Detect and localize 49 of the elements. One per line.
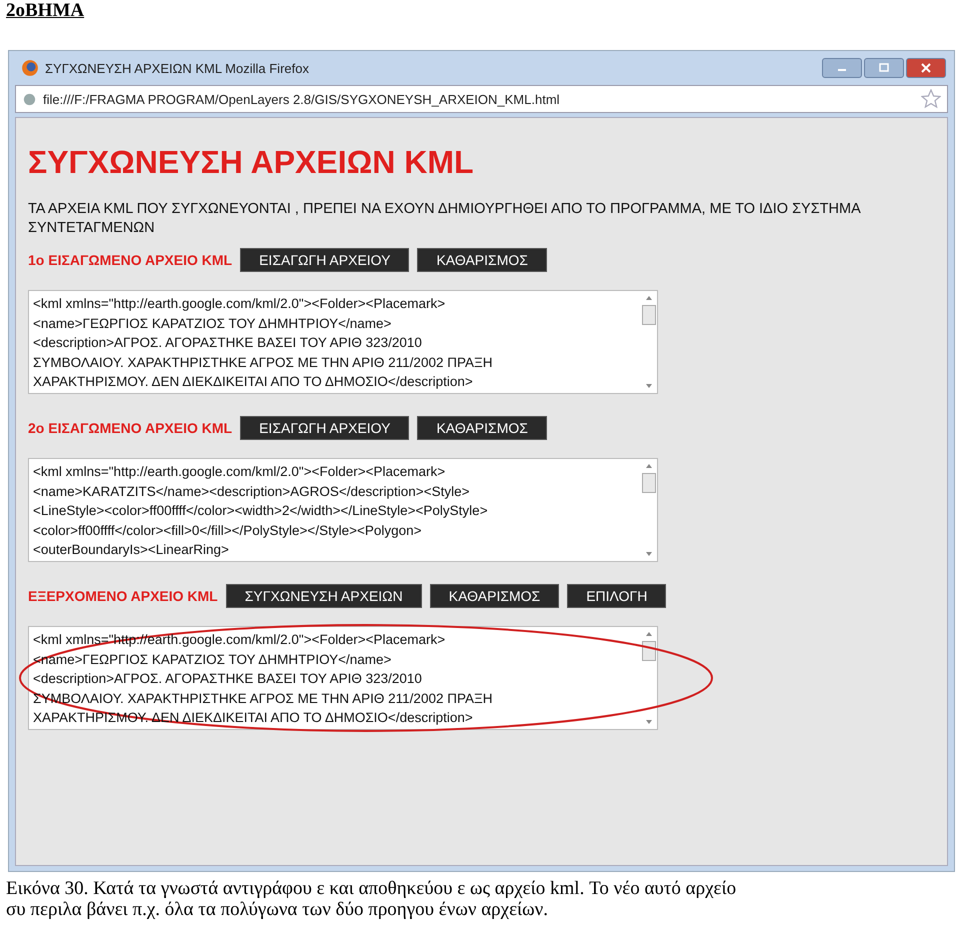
text-line: <outerBoundaryIs><LinearRing> [33, 541, 229, 560]
text-area[interactable] [28, 458, 658, 562]
scrollbar-thumb[interactable] [642, 305, 656, 325]
text-area[interactable] [28, 290, 658, 394]
text-line: ΣΥΜΒΟΛΑΙΟΥ. ΧΑΡΑΚΤΗΡΙΣΤΗΚΕ ΑΓΡΟΣ ΜΕ ΤΗΝ ΑΡΙΘ 211/2002 ΠΡΑΞΗ [33, 354, 492, 372]
action-button[interactable]: ΚΑΘΑΡΙΣΜΟΣ [417, 248, 547, 272]
document-heading: 2oBHMA [5, 0, 84, 22]
text-area[interactable] [28, 626, 658, 730]
action-button[interactable]: ΚΑΘΑΡΙΣΜΟΣ [417, 416, 547, 440]
scrollbar-thumb[interactable] [642, 641, 656, 661]
section-label: 1o ΕΙΣΑΓΩΜΕΝΟ ΑΡΧΕΙΟ KML [28, 252, 232, 268]
intro-text: ΤΑ ΑΡΧΕΙΑ KML ΠΟΥ ΣΥΓΧΩΝΕΥΟΝΤΑΙ , ΠΡΕΠΕΙ ΝΑ ΕΧΟΥΝ ΔΗΜΙΟΥΡΓΗΘΕΙ ΑΠΟ ΤΟ ΠΡΟΓΡΑΜΜΑ, ΜΕ ΤΟ ΙΔΙΟ ΣΥΣΤΗΜΑ ΣΥΝΤΕΤΑΓΜΕΝΩΝ [28, 200, 862, 238]
text-line: <LineStyle><color>ff00ffff</color><width>2</width></LineStyle><PolyStyle> [33, 502, 488, 520]
figure-caption: συ περιλα βάνει π.χ. όλα τα πολύγωνα των δύο προηγου ένων αρχείων. [6, 899, 548, 920]
text-line: <kml xmlns="http://earth.google.com/kml/2.0"><Folder><Placemark> [33, 295, 446, 313]
text-line: <name>ΓΕΩΡΓΙΟΣ ΚΑΡΑΤΖΙΟΣ ΤΟΥ ΔΗΜΗΤΡΙΟΥ</name> [33, 314, 392, 333]
minimize-button[interactable] [822, 58, 862, 78]
maximize-icon [879, 63, 889, 73]
page-heading: ΣΥΓΧΩΝΕΥΣΗ ΑΡΧΕΙΩΝ KML [28, 144, 474, 180]
maximize-button[interactable] [864, 58, 904, 78]
section-label: 2o ΕΙΣΑΓΩΜΕΝΟ ΑΡΧΕΙΟ KML [28, 420, 232, 436]
action-button[interactable]: ΕΙΣΑΓΩΓΗ ΑΡΧΕΙΟΥ [240, 416, 410, 440]
action-button[interactable]: ΕΙΣΑΓΩΓΗ ΑΡΧΕΙΟΥ [240, 248, 410, 272]
text-line: <kml xmlns="http://earth.google.com/kml/2.0"><Folder><Placemark> [33, 463, 446, 481]
action-button[interactable]: ΚΑΘΑΡΙΣΜΟΣ [430, 584, 560, 608]
scrollbar-thumb[interactable] [642, 473, 656, 493]
scroll-down-icon[interactable] [645, 383, 653, 389]
scroll-up-icon[interactable] [645, 631, 653, 637]
url-text: file:///F:/FRAGMA PROGRAM/OpenLayers 2.8/GIS/SYGXONEYSH_ARXEION_KML.html [43, 92, 560, 106]
text-line: <name>KARATZITS</name><description>AGROS</description><Style> [33, 482, 470, 501]
action-button[interactable]: ΕΠΙΛΟΓΗ [567, 584, 666, 608]
text-line: <description>ΑΓΡΟΣ. ΑΓΟΡΑΣΤΗΚΕ ΒΑΣΕΙ ΤΟΥ ΑΡΙΘ 323/2010 [33, 334, 422, 352]
globe-icon [22, 92, 37, 106]
close-button[interactable] [906, 58, 946, 78]
text-line: <color>ff00ffff</color><fill>0</fill></PolyStyle></Style><Polygon> [33, 522, 422, 540]
action-button[interactable]: ΣΥΓΧΩΝΕΥΣΗ ΑΡΧΕΙΩΝ [226, 584, 422, 608]
section-label: ΕΞΕΡΧΟΜΕΝΟ ΑΡΧΕΙΟ KML [28, 588, 218, 604]
scroll-up-icon[interactable] [645, 463, 653, 469]
close-icon [921, 63, 931, 73]
address-bar[interactable]: file:///F:/FRAGMA PROGRAM/OpenLayers 2.8/GIS/SYGXONEYSH_ARXEION_KML.html [15, 85, 948, 113]
text-line: <description>ΑΓΡΟΣ. ΑΓΟΡΑΣΤΗΚΕ ΒΑΣΕΙ ΤΟΥ ΑΡΙΘ 323/2010 [33, 670, 422, 688]
star-icon[interactable] [921, 89, 941, 109]
text-line: ΧΑΡΑΚΤΗΡΙΣΜΟΥ. ΔΕΝ ΔΙΕΚΔΙΚΕΙΤΑΙ ΑΠΟ ΤΟ ΔΗΜΟΣΙΟ</description> [33, 373, 473, 392]
figure-caption: Εικόνα 30. Κατά τα γνωστά αντιγράφου ε και αποθηκεύου ε ως αρχείο kml. Το νέο αυτό αρχείο [6, 878, 736, 899]
scroll-down-icon[interactable] [645, 551, 653, 557]
scroll-up-icon[interactable] [645, 295, 653, 301]
browser-logo-icon [21, 59, 39, 77]
scroll-down-icon[interactable] [645, 719, 653, 725]
window-title: ΣΥΓΧΩΝΕΥΣΗ ΑΡΧΕΙΩΝ KML Mozilla Firefox [45, 60, 309, 76]
